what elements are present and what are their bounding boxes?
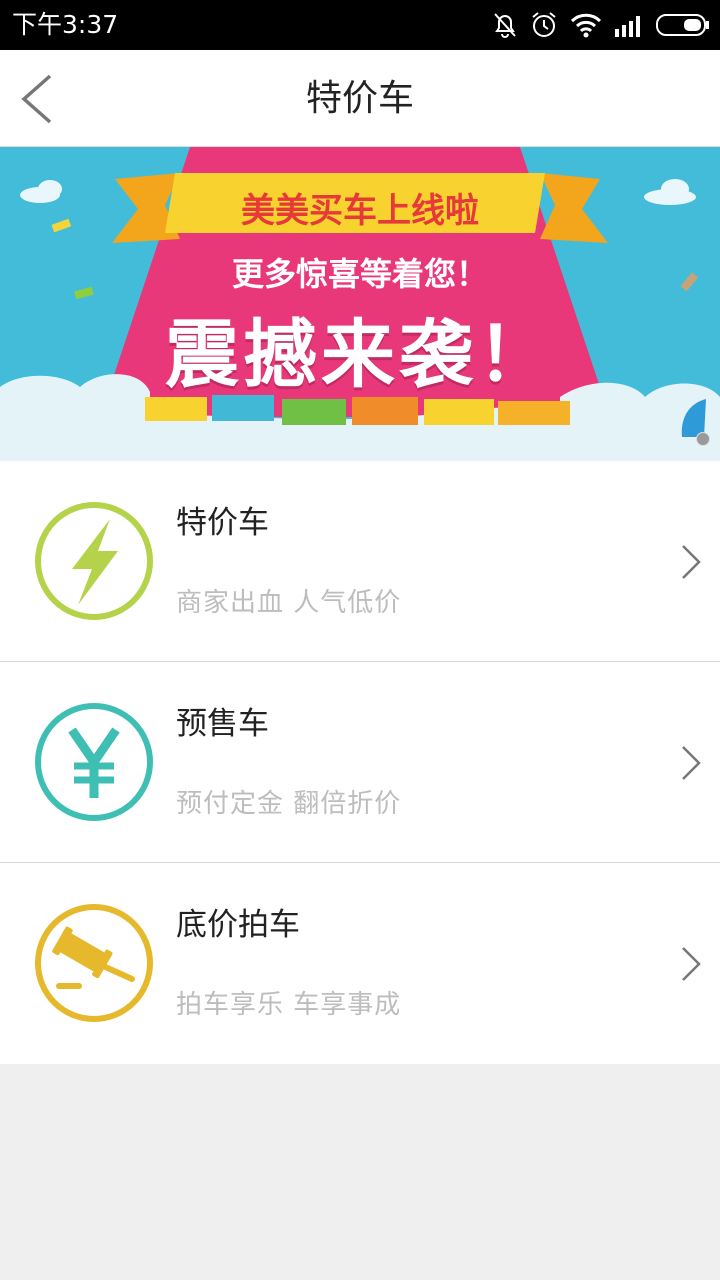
nav-bar: 特价车	[0, 50, 720, 147]
signal-icon	[615, 16, 640, 37]
item-title: 特价车	[176, 505, 269, 541]
category-list: 特价车 商家出血 人气低价 预售车 预付定金 翻倍折价 底价拍车 拍车享乐 车享…	[0, 461, 720, 1064]
list-item-presale-car[interactable]: 预售车 预付定金 翻倍折价	[0, 662, 720, 863]
item-title: 底价拍车	[176, 907, 300, 943]
status-icons	[492, 8, 710, 42]
banner-page-indicator	[696, 432, 710, 446]
battery-icon	[656, 14, 709, 36]
lightning-icon	[35, 502, 153, 620]
item-subtitle: 拍车享乐 车享事成	[176, 990, 402, 1020]
banner-slogan: 震撼来袭！	[165, 312, 555, 398]
item-subtitle: 商家出血 人气低价	[176, 588, 402, 618]
chevron-right-icon	[682, 545, 701, 579]
page-title: 特价车	[305, 78, 414, 119]
status-time: 下午3:37	[12, 10, 119, 39]
gavel-icon	[35, 904, 153, 1022]
alarm-icon	[532, 12, 556, 37]
item-title: 预售车	[176, 706, 269, 742]
promo-banner[interactable]: 美美买车上线啦 更多惊喜等着您！ 震撼来袭！	[0, 147, 720, 461]
banner-subheadline: 更多惊喜等着您！	[231, 255, 488, 293]
status-bar: 下午3:37	[0, 0, 720, 50]
list-item-floor-price-auction[interactable]: 底价拍车 拍车享乐 车享事成	[0, 863, 720, 1064]
chevron-right-icon	[682, 746, 701, 780]
list-item-special-price-car[interactable]: 特价车 商家出血 人气低价	[0, 461, 720, 662]
banner-headline: 美美买车上线啦	[241, 191, 479, 231]
yen-icon	[35, 703, 153, 821]
notifications-muted-icon	[494, 13, 516, 38]
wifi-icon	[570, 13, 602, 38]
item-subtitle: 预付定金 翻倍折价	[176, 789, 402, 819]
chevron-right-icon	[682, 947, 701, 981]
